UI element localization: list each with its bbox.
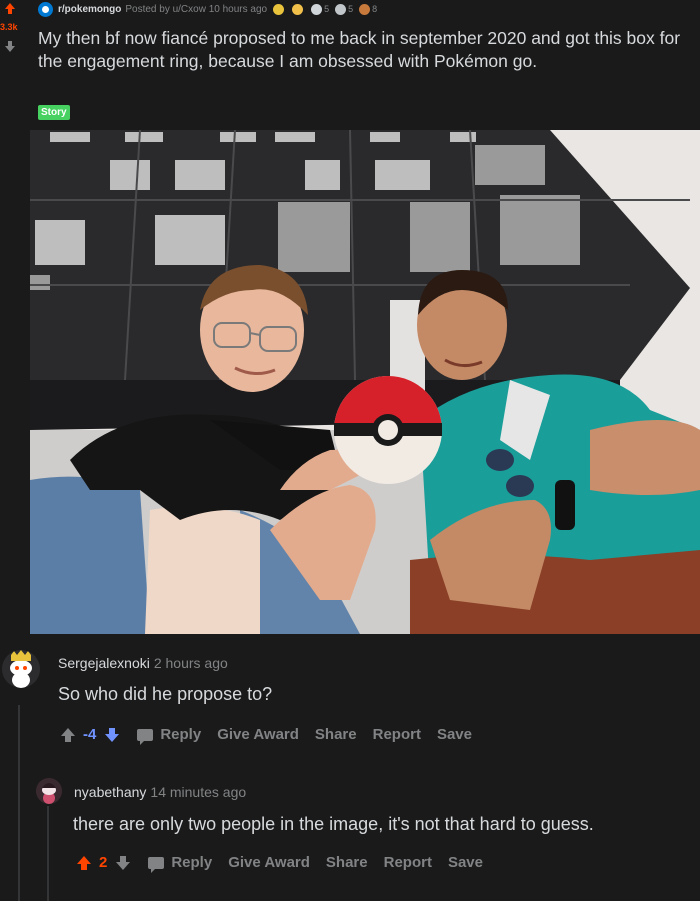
subreddit-icon[interactable] xyxy=(38,1,53,17)
save-button[interactable]: Save xyxy=(437,726,472,743)
vote-controls: -4 xyxy=(60,726,127,743)
award-poop[interactable]: 8 xyxy=(359,3,377,15)
posted-by[interactable]: Posted by u/Cxow 10 hours ago xyxy=(125,4,267,15)
comment-username[interactable]: nyabethany 14 minutes ago xyxy=(74,784,246,800)
share-button[interactable]: Share xyxy=(326,854,368,871)
snoo-avatar-icon xyxy=(36,778,62,804)
give-award-button[interactable]: Give Award xyxy=(228,854,310,871)
award-helpful[interactable]: 5 xyxy=(311,3,329,15)
avatar[interactable] xyxy=(2,650,40,688)
comment-2: nyabethany 14 minutes ago there are only … xyxy=(0,770,700,901)
award-gold[interactable] xyxy=(273,3,286,15)
downvote-icon[interactable] xyxy=(115,855,131,871)
upvote-icon[interactable] xyxy=(60,727,76,743)
helpful-award-icon xyxy=(311,3,323,15)
upvote-icon[interactable] xyxy=(76,855,92,871)
avatar[interactable] xyxy=(36,778,62,804)
comment-body: So who did he propose to? xyxy=(58,684,273,704)
comment-bubble-icon xyxy=(148,856,165,873)
username-text[interactable]: Sergejalexnoki xyxy=(58,655,150,671)
silver-award-icon xyxy=(335,3,347,15)
award-silver[interactable]: 5 xyxy=(335,3,353,15)
thread-line[interactable] xyxy=(47,806,49,901)
comment-timestamp[interactable]: 14 minutes ago xyxy=(150,784,246,800)
comment-bubble-icon xyxy=(137,728,154,745)
wholesome-award-icon xyxy=(292,3,304,15)
give-award-button[interactable]: Give Award xyxy=(217,726,299,743)
share-button[interactable]: Share xyxy=(315,726,357,743)
downvote-icon[interactable] xyxy=(104,727,120,743)
comment-actions: 2 Reply Give Award Share Report Save xyxy=(76,854,499,873)
comment-score: -4 xyxy=(83,726,97,743)
post-vote-column: 3.3k xyxy=(0,0,28,130)
vote-controls: 2 xyxy=(76,854,138,871)
post-score: 3.3k xyxy=(0,22,18,32)
report-button[interactable]: Report xyxy=(384,854,432,871)
post-meta: r/pokemongo Posted by u/Cxow 10 hours ag… xyxy=(38,1,383,17)
save-button[interactable]: Save xyxy=(448,854,483,871)
post-flair[interactable]: Story xyxy=(38,105,70,120)
gold-award-icon xyxy=(273,3,285,15)
post-image[interactable] xyxy=(30,130,700,634)
reply-button[interactable]: Reply xyxy=(148,854,212,873)
report-button[interactable]: Report xyxy=(373,726,421,743)
username-text[interactable]: nyabethany xyxy=(74,784,146,800)
post-title[interactable]: My then bf now fiancé proposed to me bac… xyxy=(38,27,688,73)
photo-illustration xyxy=(30,130,700,634)
comment-actions: -4 Reply Give Award Share Report Save xyxy=(60,726,488,745)
subreddit-link[interactable]: r/pokemongo xyxy=(58,4,121,15)
poop-award-icon xyxy=(359,3,371,15)
comment-score: 2 xyxy=(99,854,108,871)
comment-1: Sergejalexnoki 2 hours ago So who did he … xyxy=(0,640,700,770)
comment-timestamp[interactable]: 2 hours ago xyxy=(154,655,228,671)
comment-body: there are only two people in the image, … xyxy=(73,814,594,834)
award-wholesome[interactable] xyxy=(292,3,305,15)
snoo-avatar-icon xyxy=(2,650,40,688)
reply-button[interactable]: Reply xyxy=(137,726,201,745)
comment-username[interactable]: Sergejalexnoki 2 hours ago xyxy=(58,655,228,671)
